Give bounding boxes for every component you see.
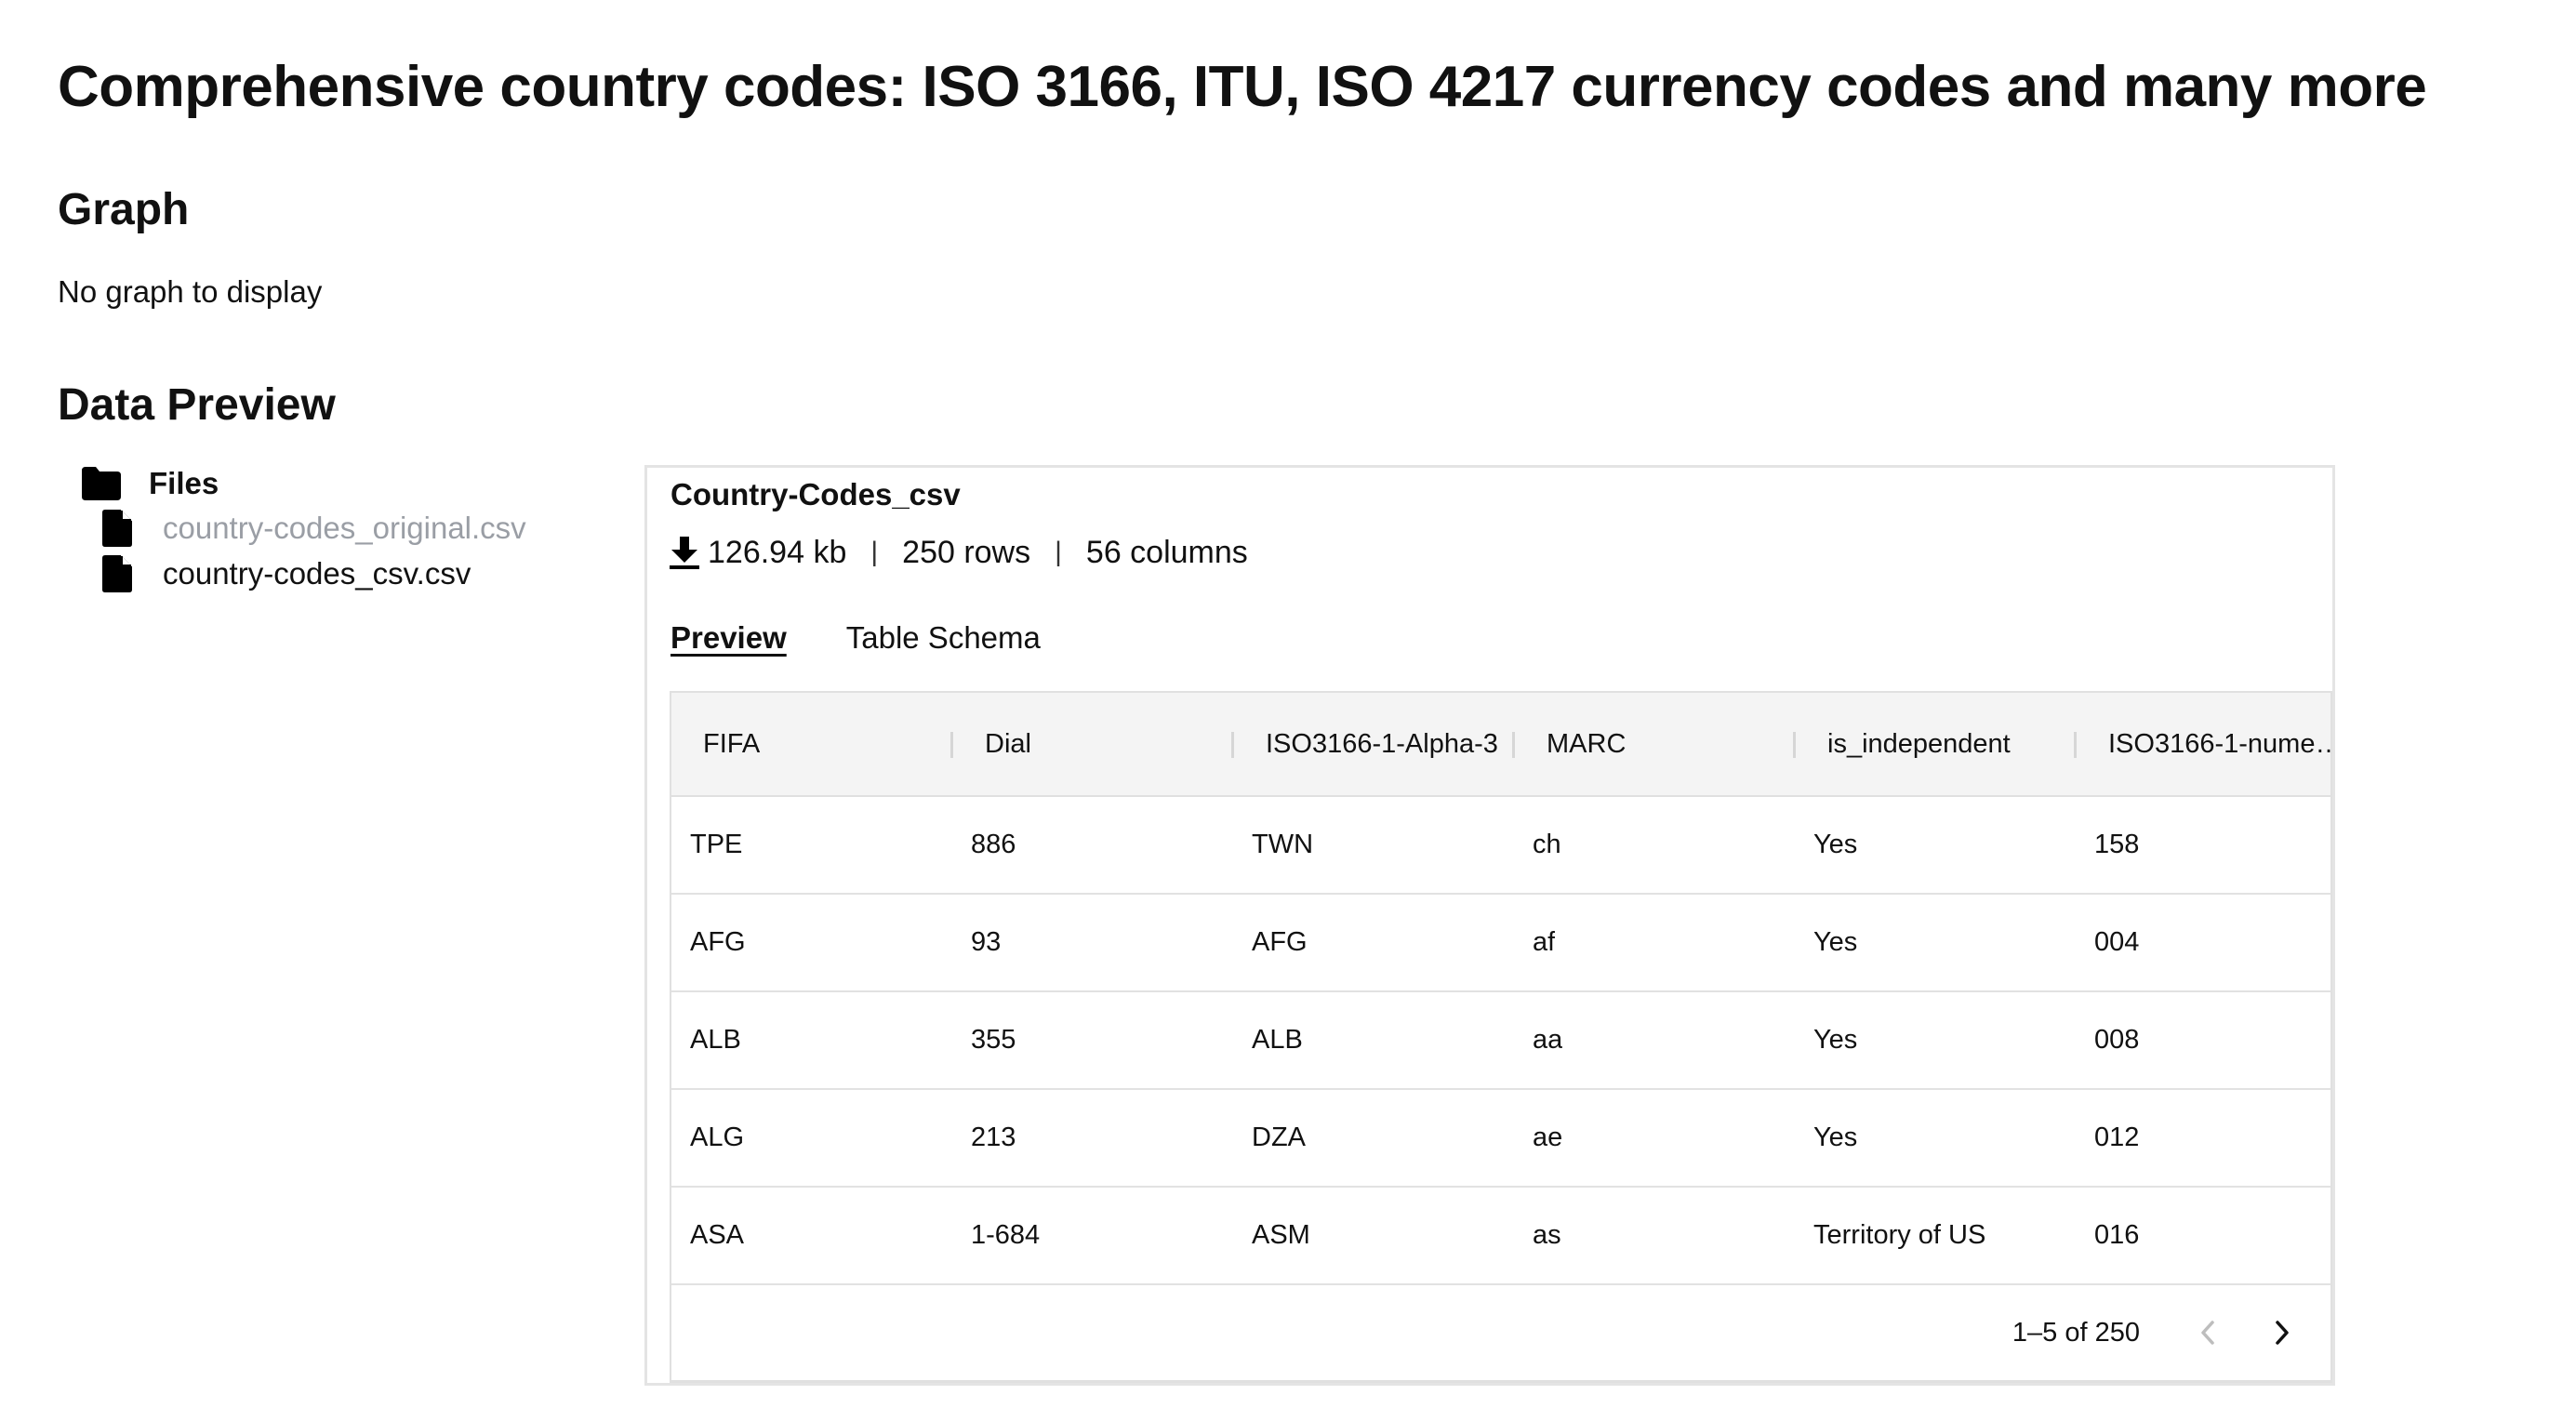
table-cell: 886: [971, 830, 1016, 859]
table-cell: AFG: [1252, 927, 1308, 957]
table-cell: Yes: [1813, 1025, 1858, 1055]
graph-empty-message: No graph to display: [58, 274, 323, 309]
file-name: country-codes_original.csv: [163, 511, 526, 545]
table-cell: DZA: [1252, 1122, 1306, 1152]
table-cell: ch: [1533, 830, 1561, 859]
preview-panel: Country-Codes_csv 126.94 kb | 250 rows |…: [644, 465, 2335, 1386]
column-separator[interactable]: [2074, 732, 2077, 758]
table-cell: ALG: [690, 1122, 745, 1152]
chevron-right-icon: [2276, 1321, 2289, 1345]
files-folder[interactable]: Files: [82, 465, 219, 502]
table-cell: 012: [2094, 1122, 2140, 1152]
column-count: 56 columns: [1085, 535, 1248, 570]
data-preview-heading: Data Preview: [58, 380, 336, 430]
meta-separator: |: [1055, 537, 1062, 567]
table-row[interactable]: AFG 93 AFG af Yes 004: [671, 895, 2330, 992]
table-cell: ALB: [1252, 1025, 1303, 1055]
column-separator[interactable]: [1231, 732, 1234, 758]
folder-icon: [82, 467, 121, 500]
table-cell: af: [1533, 927, 1556, 957]
table-cell: 016: [2094, 1220, 2140, 1250]
table-cell: 004: [2094, 927, 2140, 957]
grid-header: FIFA Dial ISO3166-1-Alpha-3 MARC is_inde…: [671, 693, 2330, 797]
dataset-page: Comprehensive country codes: ISO 3166, I…: [0, 0, 2576, 1408]
chevron-left-icon: [2201, 1321, 2214, 1345]
column-header-fifa[interactable]: FIFA: [703, 693, 949, 795]
row-count: 250 rows: [902, 535, 1031, 570]
column-separator[interactable]: [1793, 732, 1796, 758]
table-cell: 213: [971, 1122, 1016, 1152]
tab-preview[interactable]: Preview: [671, 618, 787, 658]
column-separator[interactable]: [950, 732, 953, 758]
file-icon: [102, 510, 132, 547]
column-header-marc[interactable]: MARC: [1547, 693, 1793, 795]
table-cell: ASM: [1252, 1220, 1310, 1250]
file-icon: [102, 555, 132, 592]
column-header-iso3166-numeric[interactable]: ISO3166-1-nume…: [2108, 693, 2330, 795]
resource-title: Country-Codes_csv: [671, 477, 961, 511]
next-page-button[interactable]: [2264, 1313, 2301, 1352]
table-row[interactable]: TPE 886 TWN ch Yes 158: [671, 797, 2330, 895]
table-cell: 93: [971, 927, 1002, 957]
table-cell: Yes: [1813, 1122, 1858, 1152]
file-size: 126.94 kb: [708, 535, 847, 570]
download-icon[interactable]: [669, 535, 700, 570]
column-header-dial[interactable]: Dial: [985, 693, 1231, 795]
pagination-range: 1–5 of 250: [2012, 1318, 2140, 1348]
meta-separator: |: [870, 537, 879, 567]
table-cell: 158: [2094, 830, 2140, 859]
pagination: 1–5 of 250: [671, 1285, 2330, 1380]
table-cell: TWN: [1252, 830, 1314, 859]
table-row[interactable]: ASA 1-684 ASM as Territory of US 016: [671, 1188, 2330, 1285]
table-cell: TPE: [690, 830, 743, 859]
files-folder-label: Files: [149, 466, 219, 500]
table-cell: 355: [971, 1025, 1016, 1055]
table-cell: 008: [2094, 1025, 2140, 1055]
tab-table-schema[interactable]: Table Schema: [846, 618, 1041, 658]
table-cell: 1-684: [971, 1220, 1041, 1250]
data-grid: FIFA Dial ISO3166-1-Alpha-3 MARC is_inde…: [670, 691, 2332, 1383]
table-cell: Yes: [1813, 927, 1858, 957]
column-header-is-independent[interactable]: is_independent: [1827, 693, 2074, 795]
table-cell: ASA: [690, 1220, 745, 1250]
table-cell: aa: [1533, 1025, 1563, 1055]
table-cell: ALB: [690, 1025, 741, 1055]
resource-meta: 126.94 kb | 250 rows | 56 columns: [669, 533, 1248, 572]
column-header-iso3166-alpha-3[interactable]: ISO3166-1-Alpha-3: [1266, 693, 1512, 795]
table-cell: as: [1533, 1220, 1561, 1250]
table-row[interactable]: ALB 355 ALB aa Yes 008: [671, 992, 2330, 1090]
table-cell: Yes: [1813, 830, 1858, 859]
column-separator[interactable]: [1512, 732, 1515, 758]
table-cell: ae: [1533, 1122, 1563, 1152]
table-cell: AFG: [690, 927, 746, 957]
file-link-country-codes-csv[interactable]: country-codes_csv.csv: [102, 555, 471, 592]
table-cell: Territory of US: [1813, 1220, 1986, 1250]
page-title: Comprehensive country codes: ISO 3166, I…: [58, 55, 2427, 119]
file-link-country-codes-original[interactable]: country-codes_original.csv: [102, 510, 526, 547]
table-row[interactable]: ALG 213 DZA ae Yes 012: [671, 1090, 2330, 1188]
previous-page-button[interactable]: [2189, 1313, 2226, 1352]
file-name: country-codes_csv.csv: [163, 556, 471, 591]
graph-heading: Graph: [58, 185, 190, 234]
preview-tabs: Preview Table Schema: [671, 618, 1041, 658]
